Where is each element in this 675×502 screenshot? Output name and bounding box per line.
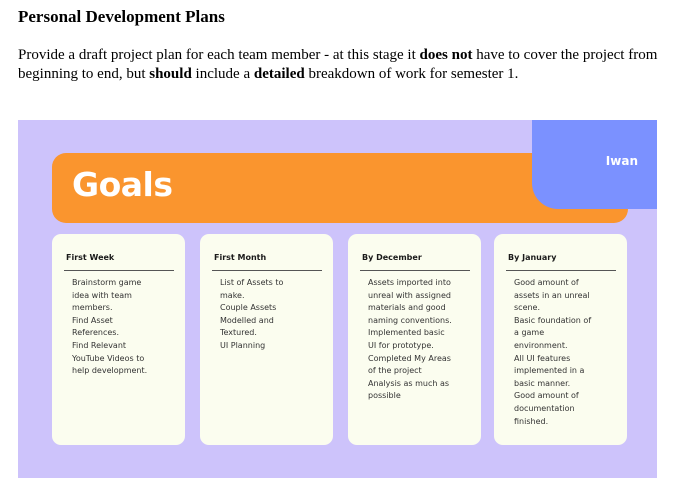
card-title: By December — [362, 253, 422, 262]
goal-card-by-december: By December Assets imported into unreal … — [348, 234, 481, 445]
para-text-1: Provide a draft project plan for each te… — [18, 47, 420, 63]
card-title: By January — [508, 253, 557, 262]
card-body: List of Assets to make. Couple Assets Mo… — [220, 278, 284, 350]
para-bold-3: detailed — [253, 66, 305, 82]
para-bold-2: should — [149, 66, 192, 82]
card-title: First Week — [66, 253, 115, 262]
goals-title: Goals — [72, 165, 173, 204]
page-heading: Personal Development Plans — [18, 7, 225, 26]
card-body: Assets imported into unreal with assigne… — [368, 278, 452, 401]
team-member-name: Iwan — [605, 154, 638, 168]
card-body: Good amount of assets in an unreal scene… — [514, 278, 592, 426]
card-divider — [506, 270, 616, 271]
goal-card-first-month: First Month List of Assets to make. Coup… — [200, 234, 333, 445]
para-bold-1: does not — [419, 47, 473, 63]
name-badge: Iwan — [532, 120, 657, 209]
card-body: Brainstorm game idea with team members. … — [72, 278, 148, 376]
para-text-4: breakdown of work for semester 1. — [304, 66, 519, 82]
card-divider — [360, 270, 470, 271]
goal-card-by-january: By January Good amount of assets in an u… — [494, 234, 627, 445]
goal-card-first-week: First Week Brainstorm game idea with tea… — [52, 234, 185, 445]
card-divider — [64, 270, 174, 271]
para-text-3: include a — [191, 66, 254, 82]
card-title: First Month — [214, 253, 267, 262]
instructions-paragraph: Provide a draft project plan for each te… — [18, 46, 658, 84]
card-divider — [212, 270, 322, 271]
goals-slide-image: Goals Iwan First Week Brainstorm game id… — [18, 120, 657, 478]
